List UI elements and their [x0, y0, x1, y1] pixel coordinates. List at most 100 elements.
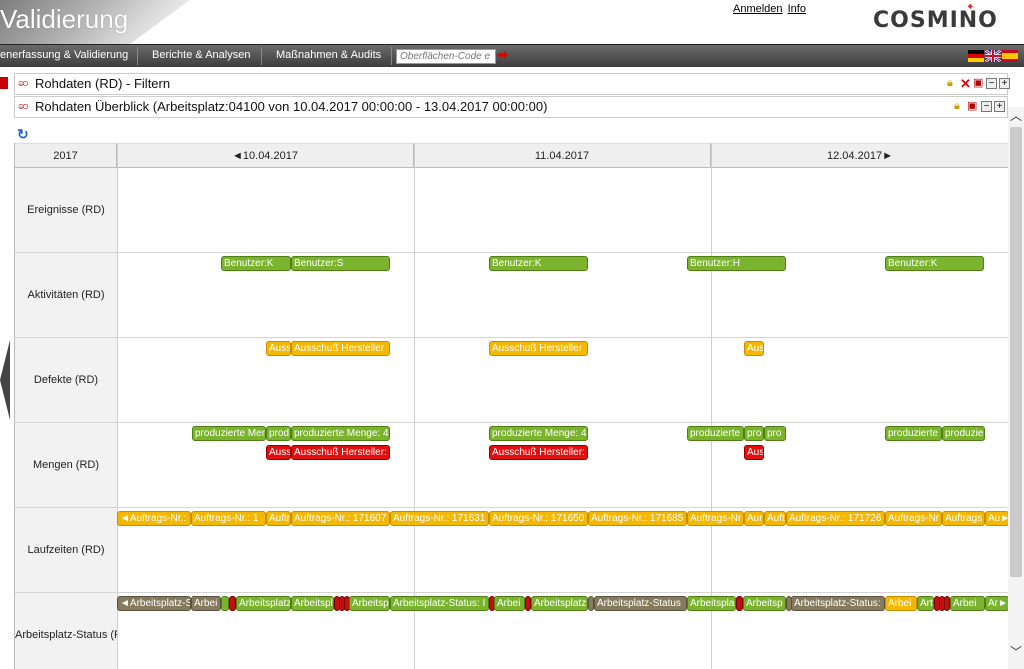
status-bar[interactable]: Arbeitsplatz: [531, 596, 588, 611]
maximize-button[interactable]: +: [994, 101, 1005, 112]
scrap-bar[interactable]: Ausschuß Hersteller:: [489, 445, 588, 460]
scrap-bar[interactable]: Aus: [744, 445, 764, 460]
status-bar[interactable]: Arbeitspla: [687, 596, 736, 611]
surface-code-input[interactable]: [396, 49, 496, 64]
status-bar[interactable]: Arbei: [494, 596, 525, 611]
scroll-down-icon[interactable]: ﹀: [1010, 643, 1022, 660]
activity-bar[interactable]: Benutzer:K: [885, 256, 984, 271]
status-bar[interactable]: Ar►: [985, 596, 1008, 611]
status-bar[interactable]: Arbeitsplatz-Status: [594, 596, 687, 611]
runtime-bar[interactable]: Aur: [744, 511, 764, 526]
scrap-bar[interactable]: Auss: [266, 445, 291, 460]
runtime-bar[interactable]: Auftr: [266, 511, 291, 526]
runtime-bar[interactable]: Auftrags-Nr.: 171650: [489, 511, 588, 526]
refresh-icon[interactable]: ↻: [17, 126, 29, 143]
day-header: 11.04.2017: [414, 143, 711, 168]
day-header[interactable]: 12.04.2017►: [711, 143, 1008, 168]
row-label: Ereignisse (RD): [15, 168, 117, 253]
status-bar[interactable]: Arbei: [950, 596, 985, 611]
activity-bar[interactable]: Benutzer:H: [687, 256, 786, 271]
page-title: Validierung: [0, 4, 129, 34]
minimize-button[interactable]: −: [981, 101, 992, 112]
vertical-scrollbar[interactable]: ︿ ﹀: [1008, 107, 1024, 669]
minimize-button[interactable]: −: [986, 78, 997, 89]
runtime-bar[interactable]: ◄Auftrags-Nr.:: [117, 511, 191, 526]
quantity-bar[interactable]: pro: [764, 426, 786, 441]
activity-bar[interactable]: Benutzer:K: [489, 256, 588, 271]
runtime-bar[interactable]: Auftrags-Nr.: 171726: [786, 511, 885, 526]
status-bar[interactable]: Arbeitspl: [349, 596, 390, 611]
quantity-bar[interactable]: produzierte Menge: 4: [291, 426, 390, 441]
print-icon[interactable]: ▣: [967, 101, 977, 113]
status-bar[interactable]: Arbeitspl: [291, 596, 334, 611]
scrollbar-thumb[interactable]: [1010, 127, 1022, 577]
grid-line: [414, 143, 415, 669]
quantity-bar[interactable]: produzierte Menge: 4: [489, 426, 588, 441]
status-bar[interactable]: [736, 596, 743, 611]
status-bar[interactable]: Arbeitsp: [743, 596, 786, 611]
quantity-bar[interactable]: produzie: [942, 426, 985, 441]
main-nav: enerfassung & Validierung Berichte & Ana…: [0, 44, 1024, 67]
row-label: Arbeitsplatz-Status (RD): [15, 593, 117, 669]
status-bar[interactable]: Arbeitsplatz-Status:: [791, 596, 885, 611]
status-bar[interactable]: Art: [917, 596, 934, 611]
side-panel-icon[interactable]: [0, 77, 8, 89]
status-bar[interactable]: Arbei: [885, 596, 917, 611]
status-bar[interactable]: [221, 596, 229, 611]
rawdata-icon: ဆ: [18, 77, 29, 89]
uk-flag-icon[interactable]: [985, 50, 1001, 62]
logo-star-icon: ✦: [966, 2, 976, 13]
runtime-bar[interactable]: Auftrags-Nr: [687, 511, 744, 526]
quantity-bar[interactable]: produzierte: [687, 426, 744, 441]
lock-icon[interactable]: 🔒︎: [947, 78, 953, 90]
close-icon[interactable]: ✕: [960, 77, 971, 90]
timeline-grid: 2017 ◄10.04.2017 11.04.2017 12.04.2017► …: [14, 143, 1008, 669]
quantity-bar[interactable]: produzierte: [885, 426, 942, 441]
runtime-bar[interactable]: Auftrags-Nr.: 171685: [588, 511, 687, 526]
print-icon[interactable]: ▣: [973, 78, 983, 90]
go-arrow-icon[interactable]: ➡: [497, 48, 508, 62]
scrap-bar[interactable]: Ausschuß Hersteller:: [291, 445, 390, 460]
defect-bar[interactable]: Aus: [744, 341, 764, 356]
day-header[interactable]: ◄10.04.2017: [117, 143, 414, 168]
status-bar[interactable]: ◄Arbeitsplatz-S: [117, 596, 191, 611]
runtime-bar[interactable]: Au►: [985, 511, 1008, 526]
activity-bar[interactable]: Benutzer:S: [291, 256, 390, 271]
status-bar[interactable]: [229, 596, 236, 611]
nav-item-berichte[interactable]: Berichte & Analysen: [144, 45, 258, 67]
maximize-button[interactable]: +: [999, 78, 1010, 89]
info-link[interactable]: Info: [788, 3, 806, 15]
spanish-flag-icon[interactable]: [1002, 50, 1018, 62]
defect-bar[interactable]: Ausschuß Hersteller: [489, 341, 588, 356]
quantity-bar[interactable]: prod: [266, 426, 291, 441]
header-links: Anmelden Info: [733, 3, 808, 15]
scroll-up-icon[interactable]: ︿: [1010, 107, 1022, 124]
lock-icon[interactable]: 🔒︎: [954, 101, 960, 113]
status-bar[interactable]: Arbei: [191, 596, 221, 611]
runtime-bar[interactable]: Auftrags-Nr.: 1: [191, 511, 266, 526]
nav-item-massnahmen[interactable]: Maßnahmen & Audits: [268, 45, 389, 67]
runtime-bar[interactable]: Auftrags: [942, 511, 985, 526]
grid-line: [711, 143, 712, 669]
nav-separator: [391, 47, 392, 65]
quantity-bar[interactable]: pro: [744, 426, 764, 441]
row-label: Mengen (RD): [15, 423, 117, 508]
runtime-bar[interactable]: Auft: [764, 511, 786, 526]
login-link[interactable]: Anmelden: [733, 3, 783, 15]
runtime-bar[interactable]: Auftrags-Nr.: 171631: [390, 511, 489, 526]
status-bar[interactable]: Arbeitsplatz-Status: I: [390, 596, 489, 611]
status-bar[interactable]: Arbeitsplatz: [236, 596, 291, 611]
quantity-bar[interactable]: produzierte Menge: [192, 426, 266, 441]
filter-panel: ဆ Rohdaten (RD) - Filtern 🔒︎ ✕ ▣ − +: [14, 73, 1010, 95]
language-flags: [968, 49, 1020, 63]
nav-item-erfassung[interactable]: enerfassung & Validierung: [0, 45, 136, 67]
runtime-bar[interactable]: Auftrags-Nr.: 171607: [291, 511, 390, 526]
runtime-bar[interactable]: Auftrags-Nr: [885, 511, 942, 526]
year-header: 2017: [15, 143, 117, 168]
german-flag-icon[interactable]: [968, 50, 984, 62]
nav-separator: [261, 47, 262, 65]
activity-bar[interactable]: Benutzer:K: [221, 256, 291, 271]
defect-bar[interactable]: Ausschuß Hersteller: [291, 341, 390, 356]
collapse-sidebar-handle[interactable]: [0, 340, 10, 420]
defect-bar[interactable]: Auss: [266, 341, 291, 356]
